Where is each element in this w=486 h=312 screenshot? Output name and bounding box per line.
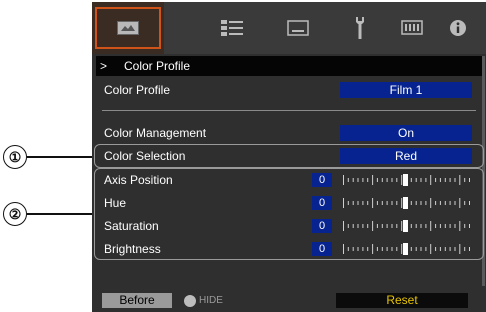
callout-line-2 xyxy=(27,213,97,215)
tab-display[interactable] xyxy=(278,2,318,54)
callout-marker-1: ① xyxy=(3,145,27,169)
display-icon xyxy=(287,20,309,36)
color-profile-row[interactable]: Color Profile Film 1 xyxy=(96,79,482,101)
tab-tools[interactable] xyxy=(342,2,378,54)
info-icon xyxy=(450,20,466,36)
tab-installation[interactable] xyxy=(392,2,432,54)
installation-icon xyxy=(401,20,423,35)
menu-tab-bar xyxy=(92,2,486,54)
hide-dot-icon xyxy=(184,295,196,307)
chevron-right-icon: > xyxy=(100,59,108,73)
reset-button[interactable]: Reset xyxy=(336,293,468,308)
menu-title-bar: > Color Profile xyxy=(96,56,482,76)
tab-info[interactable] xyxy=(438,2,478,54)
color-management-row[interactable]: Color Management On xyxy=(96,122,482,144)
color-management-value[interactable]: On xyxy=(340,125,472,141)
page-title: Color Profile xyxy=(124,59,191,73)
tab-settings-list[interactable] xyxy=(212,2,252,54)
callout-frame-adjustments xyxy=(94,168,484,260)
hide-label: HIDE xyxy=(199,295,223,306)
tab-picture[interactable] xyxy=(92,2,164,54)
before-button[interactable]: Before xyxy=(102,293,172,308)
settings-list-icon xyxy=(221,20,243,36)
color-profile-label: Color Profile xyxy=(104,83,171,97)
divider xyxy=(102,110,476,111)
callout-line-1 xyxy=(27,156,97,158)
callout-marker-2: ② xyxy=(3,202,27,226)
callout-frame-color-selection xyxy=(94,144,484,168)
color-management-label: Color Management xyxy=(104,126,207,140)
wrench-icon xyxy=(356,17,364,39)
color-profile-value[interactable]: Film 1 xyxy=(340,82,472,98)
